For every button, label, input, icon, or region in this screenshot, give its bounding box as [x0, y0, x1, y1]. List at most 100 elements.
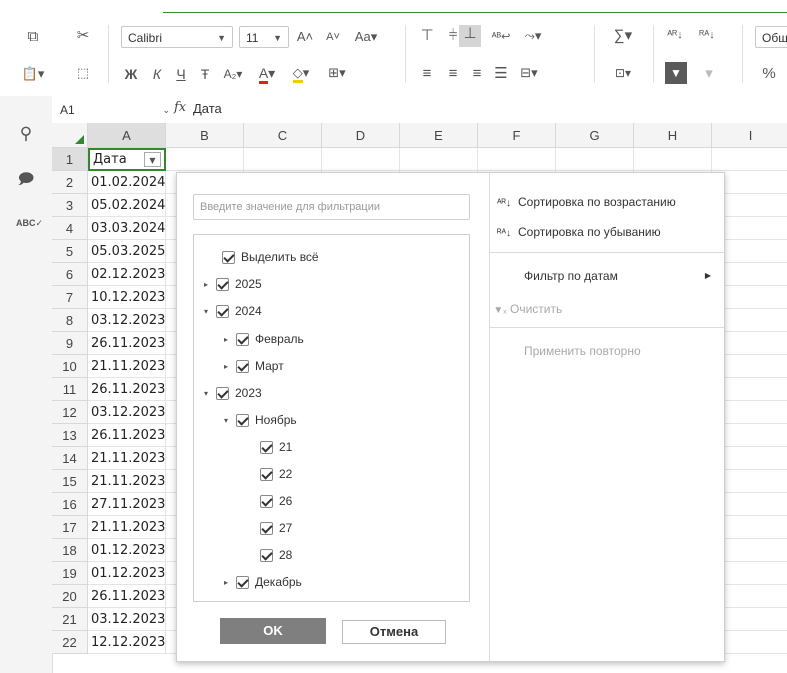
column-header-a[interactable]: A: [88, 123, 166, 148]
table-cell[interactable]: [166, 148, 244, 171]
align-top-icon[interactable]: ⊤: [418, 27, 436, 45]
column-header-f[interactable]: F: [478, 123, 556, 148]
row-header[interactable]: 20: [52, 585, 88, 608]
filter-tree-item[interactable]: 27: [260, 518, 292, 538]
table-cell[interactable]: [556, 148, 634, 171]
table-cell[interactable]: 02.12.2023: [88, 263, 166, 286]
table-cell[interactable]: 26.11.2023: [88, 424, 166, 447]
row-header[interactable]: 1: [52, 148, 88, 171]
copy-icon[interactable]: ⧉: [24, 28, 42, 46]
table-cell[interactable]: [478, 148, 556, 171]
row-header[interactable]: 18: [52, 539, 88, 562]
checkbox[interactable]: [236, 414, 249, 428]
filter-tree-item[interactable]: 28: [260, 545, 292, 565]
table-cell[interactable]: 01.02.2024: [88, 171, 166, 194]
named-range-icon[interactable]: ⊡▾: [606, 64, 640, 82]
filter-tree-item[interactable]: ▾ Ноябрь: [224, 410, 297, 430]
table-cell[interactable]: [400, 148, 478, 171]
sort-desc-icon[interactable]: ᴿᴬ↓: [698, 26, 716, 44]
column-header-h[interactable]: H: [634, 123, 712, 148]
table-cell[interactable]: 03.12.2023: [88, 309, 166, 332]
column-header-i[interactable]: I: [712, 123, 787, 148]
sum-icon[interactable]: ∑▾: [608, 27, 638, 45]
table-cell[interactable]: 03.03.2024: [88, 217, 166, 240]
filter-tree-item[interactable]: ▸ 2025: [204, 274, 262, 294]
fill-color-icon[interactable]: ◇▾: [286, 64, 316, 83]
checkbox[interactable]: [236, 576, 249, 590]
cell-reference-box[interactable]: A1 ⌄: [60, 101, 170, 119]
checkbox[interactable]: [260, 522, 273, 536]
table-cell[interactable]: 21.11.2023: [88, 470, 166, 493]
row-header[interactable]: 8: [52, 309, 88, 332]
checkbox[interactable]: [216, 278, 229, 292]
checkbox[interactable]: [216, 305, 229, 319]
table-cell[interactable]: 03.12.2023: [88, 401, 166, 424]
table-cell[interactable]: 05.02.2024: [88, 194, 166, 217]
row-header[interactable]: 13: [52, 424, 88, 447]
table-cell[interactable]: 27.11.2023: [88, 493, 166, 516]
select-icon[interactable]: ⬚: [74, 64, 92, 82]
row-header[interactable]: 21: [52, 608, 88, 631]
cut-icon[interactable]: ✂: [74, 27, 92, 45]
align-right-icon[interactable]: ≡: [468, 65, 486, 83]
reapply-item[interactable]: Применить повторно: [490, 339, 725, 363]
row-header[interactable]: 5: [52, 240, 88, 263]
text-orientation-icon[interactable]: ⤳▾: [518, 27, 548, 45]
autofilter-dropdown-button[interactable]: ▼: [144, 152, 161, 167]
table-cell[interactable]: 03.12.2023: [88, 608, 166, 631]
change-case-icon[interactable]: Aa▾: [350, 28, 382, 46]
table-cell[interactable]: [322, 148, 400, 171]
font-color-icon[interactable]: A▾: [252, 64, 282, 84]
strikethrough-icon[interactable]: Ŧ: [196, 65, 214, 83]
filter-tree-item[interactable]: 26: [260, 491, 292, 511]
chevron-right-icon[interactable]: ▸: [204, 275, 216, 295]
row-header[interactable]: 22: [52, 631, 88, 654]
justify-icon[interactable]: ☰: [492, 65, 510, 83]
checkbox[interactable]: [260, 549, 273, 563]
table-cell[interactable]: 10.12.2023: [88, 286, 166, 309]
row-header[interactable]: 3: [52, 194, 88, 217]
row-header[interactable]: 16: [52, 493, 88, 516]
column-header-d[interactable]: D: [322, 123, 400, 148]
table-cell[interactable]: 26.11.2023: [88, 332, 166, 355]
checkbox[interactable]: [222, 251, 235, 265]
row-header[interactable]: 17: [52, 516, 88, 539]
column-header-c[interactable]: C: [244, 123, 322, 148]
row-header[interactable]: 2: [52, 171, 88, 194]
table-cell[interactable]: 01.12.2023: [88, 539, 166, 562]
checkbox[interactable]: [260, 468, 273, 482]
table-cell[interactable]: 21.11.2023: [88, 516, 166, 539]
table-cell[interactable]: [244, 148, 322, 171]
filter-tree-item[interactable]: 22: [260, 464, 292, 484]
borders-icon[interactable]: ⊞▾: [322, 64, 352, 82]
checkbox[interactable]: [260, 495, 273, 509]
wrap-text-icon[interactable]: ᴬᴮ↩: [490, 28, 512, 46]
row-header[interactable]: 19: [52, 562, 88, 585]
subscript-icon[interactable]: A₂▾: [218, 65, 248, 83]
table-cell[interactable]: 12.12.2023: [88, 631, 166, 654]
filter-tree-item[interactable]: Выделить всё: [204, 247, 319, 267]
column-header-g[interactable]: G: [556, 123, 634, 148]
row-header[interactable]: 14: [52, 447, 88, 470]
chevron-down-icon[interactable]: ▾: [204, 302, 216, 322]
fx-icon[interactable]: fx: [174, 100, 188, 120]
sort-ascending-item[interactable]: ᴬᴿ↓ Сортировка по возрастанию: [490, 190, 725, 214]
align-left-icon[interactable]: ≡: [418, 65, 436, 83]
filter-tree-item[interactable]: 21: [260, 437, 292, 457]
checkbox[interactable]: [260, 441, 273, 455]
table-cell[interactable]: Дата ▼: [88, 148, 166, 171]
row-header[interactable]: 10: [52, 355, 88, 378]
clear-filter-item[interactable]: ▼ₓ Очистить: [490, 297, 725, 321]
table-cell[interactable]: 01.12.2023: [88, 562, 166, 585]
select-all-corner[interactable]: [52, 123, 88, 148]
row-header[interactable]: 4: [52, 217, 88, 240]
row-header[interactable]: 6: [52, 263, 88, 286]
chevron-right-icon[interactable]: ▸: [224, 573, 236, 593]
row-header[interactable]: 7: [52, 286, 88, 309]
decrease-font-icon[interactable]: A˅: [324, 28, 342, 46]
table-cell[interactable]: 26.11.2023: [88, 585, 166, 608]
font-name-select[interactable]: Calibri ▼: [121, 26, 233, 48]
table-cell[interactable]: [712, 148, 787, 171]
checkbox[interactable]: [216, 387, 229, 401]
date-filter-item[interactable]: Фильтр по датам ▶: [490, 264, 725, 288]
